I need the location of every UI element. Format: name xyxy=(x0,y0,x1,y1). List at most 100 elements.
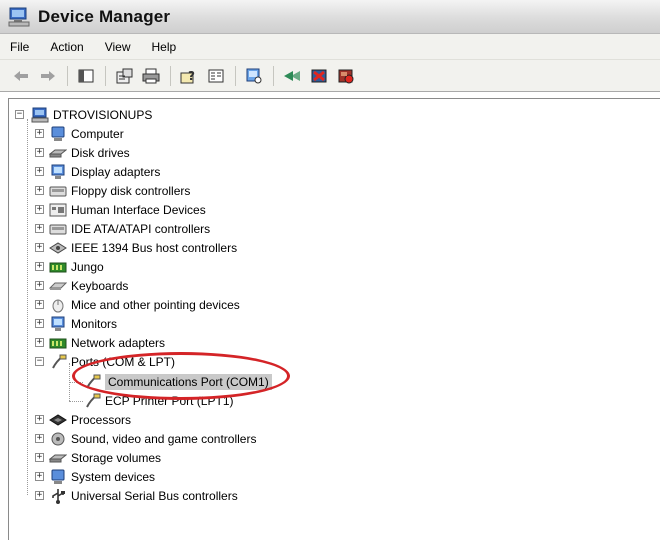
expand-toggle[interactable]: + xyxy=(35,453,44,462)
expand-toggle[interactable]: + xyxy=(35,262,44,271)
display-adapter-icon xyxy=(49,164,67,180)
tree-root-label: DTROVISIONUPS xyxy=(53,107,153,122)
back-arrow-icon[interactable] xyxy=(10,65,32,87)
tree-node-label: Display adapters xyxy=(71,164,161,179)
tree-node-label: Computer xyxy=(71,126,124,141)
tree-node-label: Communications Port (COM1) xyxy=(105,373,272,390)
tree-node-monitors[interactable]: + Monitors xyxy=(9,314,117,333)
toolbar-separator xyxy=(105,65,106,86)
expand-toggle[interactable]: + xyxy=(35,148,44,157)
expand-toggle[interactable]: + xyxy=(35,167,44,176)
tree-node-com1[interactable]: Communications Port (COM1) xyxy=(9,372,272,391)
disk-drive-icon xyxy=(49,145,67,161)
tree-node-label: IDE ATA/ATAPI controllers xyxy=(71,221,211,236)
title-bar[interactable]: Device Manager xyxy=(0,0,660,34)
tree-node-label: Universal Serial Bus controllers xyxy=(71,488,238,503)
toolbar-separator xyxy=(170,65,171,86)
uninstall-icon[interactable] xyxy=(308,65,330,87)
tree-node-label: Mice and other pointing devices xyxy=(71,297,240,312)
keyboard-icon xyxy=(49,278,67,294)
jungo-icon xyxy=(49,259,67,275)
tree-node-ide-controllers[interactable]: + IDE ATA/ATAPI controllers xyxy=(9,219,210,238)
tree-node-keyboards[interactable]: + Keyboards xyxy=(9,276,128,295)
port-icon xyxy=(49,354,67,370)
tree-node-label: Keyboards xyxy=(71,278,129,293)
processor-icon xyxy=(49,412,67,428)
tree-node-storage-volumes[interactable]: + Storage volumes xyxy=(9,448,161,467)
tree-node-label: Sound, video and game controllers xyxy=(71,431,257,446)
tree-node-computer[interactable]: + Computer xyxy=(9,124,124,143)
tree-node-label: Disk drives xyxy=(71,145,130,160)
usb-icon xyxy=(49,488,67,504)
view-icon[interactable] xyxy=(205,65,227,87)
tree-node-disk-drives[interactable]: + Disk drives xyxy=(9,143,130,162)
tree-root[interactable]: − DTROVISIONUPS xyxy=(9,105,152,124)
update-driver-icon[interactable] xyxy=(281,65,303,87)
svg-text:?: ? xyxy=(188,69,195,83)
toolbar-separator xyxy=(67,65,68,86)
toolbar-separator xyxy=(235,65,236,86)
tree-node-label: ECP Printer Port (LPT1) xyxy=(105,393,234,408)
menu-view[interactable]: View xyxy=(105,40,131,54)
expand-toggle[interactable]: + xyxy=(35,224,44,233)
tree-node-ieee-1394[interactable]: + IEEE 1394 Bus host controllers xyxy=(9,238,237,257)
show-hide-tree-icon[interactable] xyxy=(75,65,97,87)
properties-icon[interactable] xyxy=(113,65,135,87)
expand-toggle[interactable]: + xyxy=(35,129,44,138)
network-adapter-icon xyxy=(49,335,67,351)
tree-node-label: Ports (COM & LPT) xyxy=(71,354,176,369)
menu-bar: File Action View Help xyxy=(0,34,660,60)
expand-toggle[interactable]: + xyxy=(35,300,44,309)
tree-node-mice[interactable]: + Mice and other pointing devices xyxy=(9,295,240,314)
toolbar-separator xyxy=(273,65,274,86)
tree-node-system-devices[interactable]: + System devices xyxy=(9,467,155,486)
tree-node-sound[interactable]: + Sound, video and game controllers xyxy=(9,429,256,448)
expand-toggle[interactable]: + xyxy=(35,434,44,443)
tree-node-label: Floppy disk controllers xyxy=(71,183,191,198)
expand-toggle[interactable]: + xyxy=(35,415,44,424)
forward-arrow-icon[interactable] xyxy=(37,65,59,87)
device-tree[interactable]: − DTROVISIONUPS + Computer + Disk drives… xyxy=(8,98,660,540)
ieee1394-icon xyxy=(49,240,67,256)
hid-icon xyxy=(49,202,67,218)
expand-toggle[interactable]: + xyxy=(35,338,44,347)
help-icon[interactable]: ? xyxy=(178,65,200,87)
port-icon xyxy=(83,374,101,390)
tree-node-label: Processors xyxy=(71,412,132,427)
tree-node-usb-controllers[interactable]: + Universal Serial Bus controllers xyxy=(9,486,238,505)
expand-toggle[interactable]: + xyxy=(35,205,44,214)
expand-toggle[interactable]: + xyxy=(35,243,44,252)
tree-node-label: Network adapters xyxy=(71,335,166,350)
tree-node-processors[interactable]: + Processors xyxy=(9,410,131,429)
tree-node-jungo[interactable]: + Jungo xyxy=(9,257,104,276)
menu-action[interactable]: Action xyxy=(50,40,83,54)
expand-toggle[interactable]: + xyxy=(35,491,44,500)
device-manager-icon xyxy=(8,6,30,28)
collapse-toggle[interactable]: − xyxy=(15,110,24,119)
disable-icon[interactable] xyxy=(335,65,357,87)
tree-node-label: IEEE 1394 Bus host controllers xyxy=(71,240,238,255)
tree-node-lpt1[interactable]: ECP Printer Port (LPT1) xyxy=(9,391,233,410)
tree-node-label: System devices xyxy=(71,469,156,484)
menu-file[interactable]: File xyxy=(10,40,29,54)
tree-node-display-adapters[interactable]: + Display adapters xyxy=(9,162,160,181)
expand-toggle[interactable]: + xyxy=(35,186,44,195)
monitor-icon xyxy=(49,316,67,332)
tree-node-label: Jungo xyxy=(71,259,104,274)
expand-toggle[interactable]: + xyxy=(35,319,44,328)
ide-controller-icon xyxy=(49,221,67,237)
tree-node-network-adapters[interactable]: + Network adapters xyxy=(9,333,165,352)
expand-toggle[interactable]: + xyxy=(35,281,44,290)
expand-toggle[interactable]: + xyxy=(35,472,44,481)
collapse-toggle[interactable]: − xyxy=(35,357,44,366)
print-icon[interactable] xyxy=(140,65,162,87)
tree-node-floppy-disk-controllers[interactable]: + Floppy disk controllers xyxy=(9,181,190,200)
tree-node-ports[interactable]: − Ports (COM & LPT) xyxy=(9,352,175,371)
scan-hardware-icon[interactable] xyxy=(243,65,265,87)
computer-icon xyxy=(49,126,67,142)
menu-help[interactable]: Help xyxy=(152,40,177,54)
sound-icon xyxy=(49,431,67,447)
tree-node-human-interface-devices[interactable]: + Human Interface Devices xyxy=(9,200,206,219)
floppy-controller-icon xyxy=(49,183,67,199)
tree-node-label: Storage volumes xyxy=(71,450,162,465)
